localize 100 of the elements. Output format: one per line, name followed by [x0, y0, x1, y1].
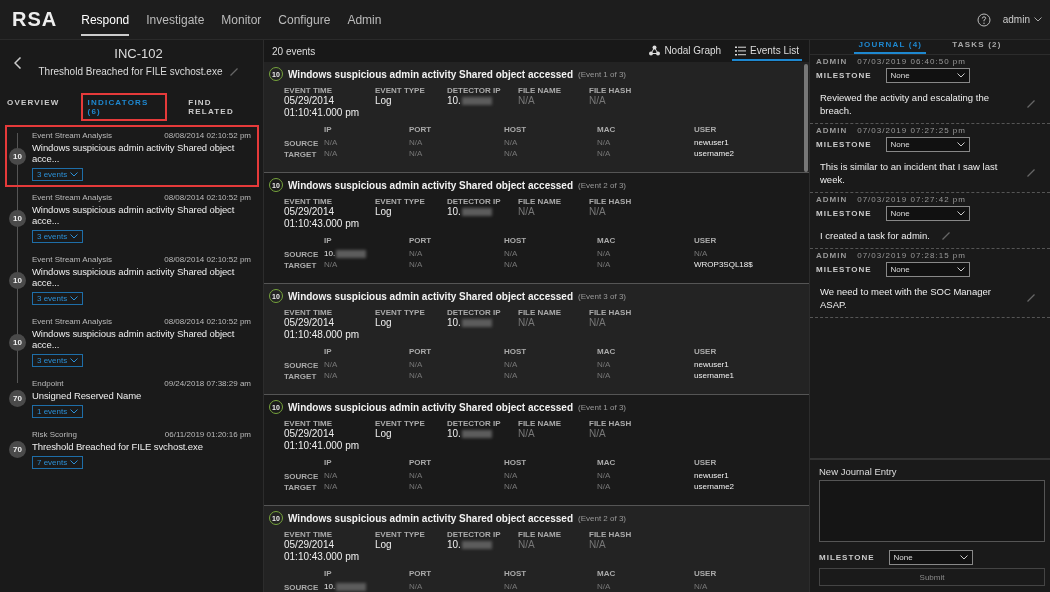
nav-tab[interactable]: Configure [278, 3, 331, 36]
milestone-dropdown[interactable]: None [885, 68, 970, 83]
indicator-title[interactable]: Windows suspicious admin activity Shared object acce... [32, 204, 251, 226]
view-tab[interactable]: Nodal Graph [646, 41, 725, 61]
events-button[interactable]: 3 events [32, 168, 84, 181]
nav-tab[interactable]: Admin [347, 3, 382, 36]
table-cell-text: N/A [504, 360, 519, 370]
score-badge: 10 [9, 271, 26, 289]
table-cell-text: N/A [409, 138, 424, 148]
indicator-source: Risk Scoring [32, 430, 77, 439]
table-cell-text: username1 [694, 371, 736, 381]
redacted-blur [461, 208, 492, 216]
row-label: TARGET [284, 260, 318, 270]
field-value: N/A [589, 95, 606, 107]
caret-icon [956, 142, 965, 147]
logo: RSA [12, 8, 58, 31]
field-value: 10. [447, 428, 461, 440]
column-header: HOST [504, 458, 528, 467]
nav-tab[interactable]: Monitor [221, 3, 262, 36]
tab[interactable]: TASKS (2) [948, 40, 1006, 54]
field-label: FILE HASH [589, 419, 632, 428]
tab[interactable]: FIND RELATED [181, 93, 263, 121]
milestone-dropdown[interactable]: None [885, 206, 970, 221]
field-value: N/A [518, 428, 535, 440]
event-title: Windows suspicious admin activity Shared object accessed [288, 401, 573, 413]
indicator-source: Endpoint [32, 379, 64, 388]
table-cell-text: N/A [597, 371, 612, 381]
indicator-time: 08/08/2014 02:10:52 pm [164, 317, 251, 326]
column-header: IP [324, 236, 333, 245]
column-header: USER [694, 347, 718, 356]
event-position: (Event 1 of 3) [578, 69, 627, 79]
column-header: PORT [409, 458, 433, 467]
indicator-title[interactable]: Windows suspicious admin activity Shared object acce... [32, 142, 251, 164]
table-cell-text: N/A [324, 149, 339, 159]
field-label: EVENT TIME [284, 419, 332, 428]
back-icon [14, 56, 22, 69]
field-label: EVENT TYPE [375, 86, 425, 95]
pencil-icon [941, 231, 950, 240]
field-label: FILE HASH [589, 197, 632, 206]
column-header: IP [324, 458, 333, 467]
nodes-icon [649, 45, 661, 56]
scrollbar-thumb[interactable] [804, 64, 808, 172]
field-label: EVENT TIME [284, 197, 332, 206]
indicator-title[interactable]: Windows suspicious admin activity Shared object acce... [32, 328, 251, 350]
table-cell-text: N/A [597, 360, 612, 370]
field-value: N/A [518, 539, 535, 551]
column-header: PORT [409, 569, 433, 578]
events-button[interactable]: 3 events [32, 230, 84, 243]
milestone-label: MILESTONE [816, 71, 872, 80]
list-icon [735, 45, 747, 56]
entry-text: We need to meet with the SOC Manager ASAP. [820, 285, 992, 311]
table-cell-text: N/A [324, 482, 339, 492]
milestone-label: MILESTONE [816, 140, 872, 149]
entry-author: ADMIN [816, 126, 848, 135]
events-button[interactable]: 3 events [32, 354, 84, 367]
milestone-dropdown[interactable]: None [888, 550, 973, 565]
tab[interactable]: INDICATORS (6) [80, 93, 168, 121]
events-button[interactable]: 1 events [32, 405, 84, 418]
milestone-dropdown[interactable]: None [885, 262, 970, 277]
indicator-title[interactable]: Windows suspicious admin activity Shared object acce... [32, 266, 251, 288]
field-value: N/A [589, 428, 606, 440]
entry-text: I created a task for admin. [820, 229, 930, 242]
indicator-title[interactable]: Unsigned Reserved Name [32, 390, 251, 401]
journal-entry-field[interactable] [819, 480, 1045, 542]
field-label: EVENT TYPE [375, 308, 425, 317]
table-cell-text: username2 [694, 149, 736, 159]
entry-time: 07/03/2019 07:27:42 pm [857, 195, 966, 204]
indicator-time: 08/08/2014 02:10:52 pm [164, 131, 251, 140]
field-value: 10. [447, 317, 461, 329]
incident-title: Threshold Breached for FILE svchost.exe [38, 66, 223, 77]
table-cell-text: N/A [324, 371, 339, 381]
nav-tab[interactable]: Respond [81, 3, 130, 36]
events-button[interactable]: 3 events [32, 292, 84, 305]
column-header: MAC [597, 347, 617, 356]
table-cell-text: N/A [597, 149, 612, 159]
milestone-label: MILESTONE [816, 265, 872, 274]
table-cell: 10. [324, 582, 336, 592]
table-cell-text: N/A [324, 471, 339, 481]
table-cell-text: N/A [324, 260, 339, 270]
column-header: USER [694, 125, 718, 134]
user-menu[interactable]: admin [1002, 14, 1042, 25]
field-value: Log [375, 317, 392, 329]
tab[interactable]: JOURNAL (4) [854, 40, 927, 54]
nav-tab[interactable]: Investigate [146, 3, 205, 36]
events-button[interactable]: 7 events [32, 456, 84, 469]
table-cell-text: N/A [694, 582, 709, 592]
table-cell: 10. [324, 249, 336, 259]
redacted-blur [336, 250, 367, 258]
table-cell-text: N/A [324, 360, 339, 370]
milestone-dropdown[interactable]: None [885, 137, 970, 152]
table-cell-text: N/A [409, 260, 424, 270]
table-cell-text: N/A [694, 249, 709, 259]
table-cell-text: N/A [504, 482, 519, 492]
entry-time: 07/03/2019 06:40:50 pm [857, 57, 966, 66]
table-cell-text: username2 [694, 482, 736, 492]
row-label: TARGET [284, 482, 318, 492]
indicator-title[interactable]: Threshold Breached for FILE svchost.exe [32, 441, 251, 452]
column-header: IP [324, 125, 333, 134]
column-header: USER [694, 236, 718, 245]
tab[interactable]: OVERVIEW [0, 93, 67, 121]
